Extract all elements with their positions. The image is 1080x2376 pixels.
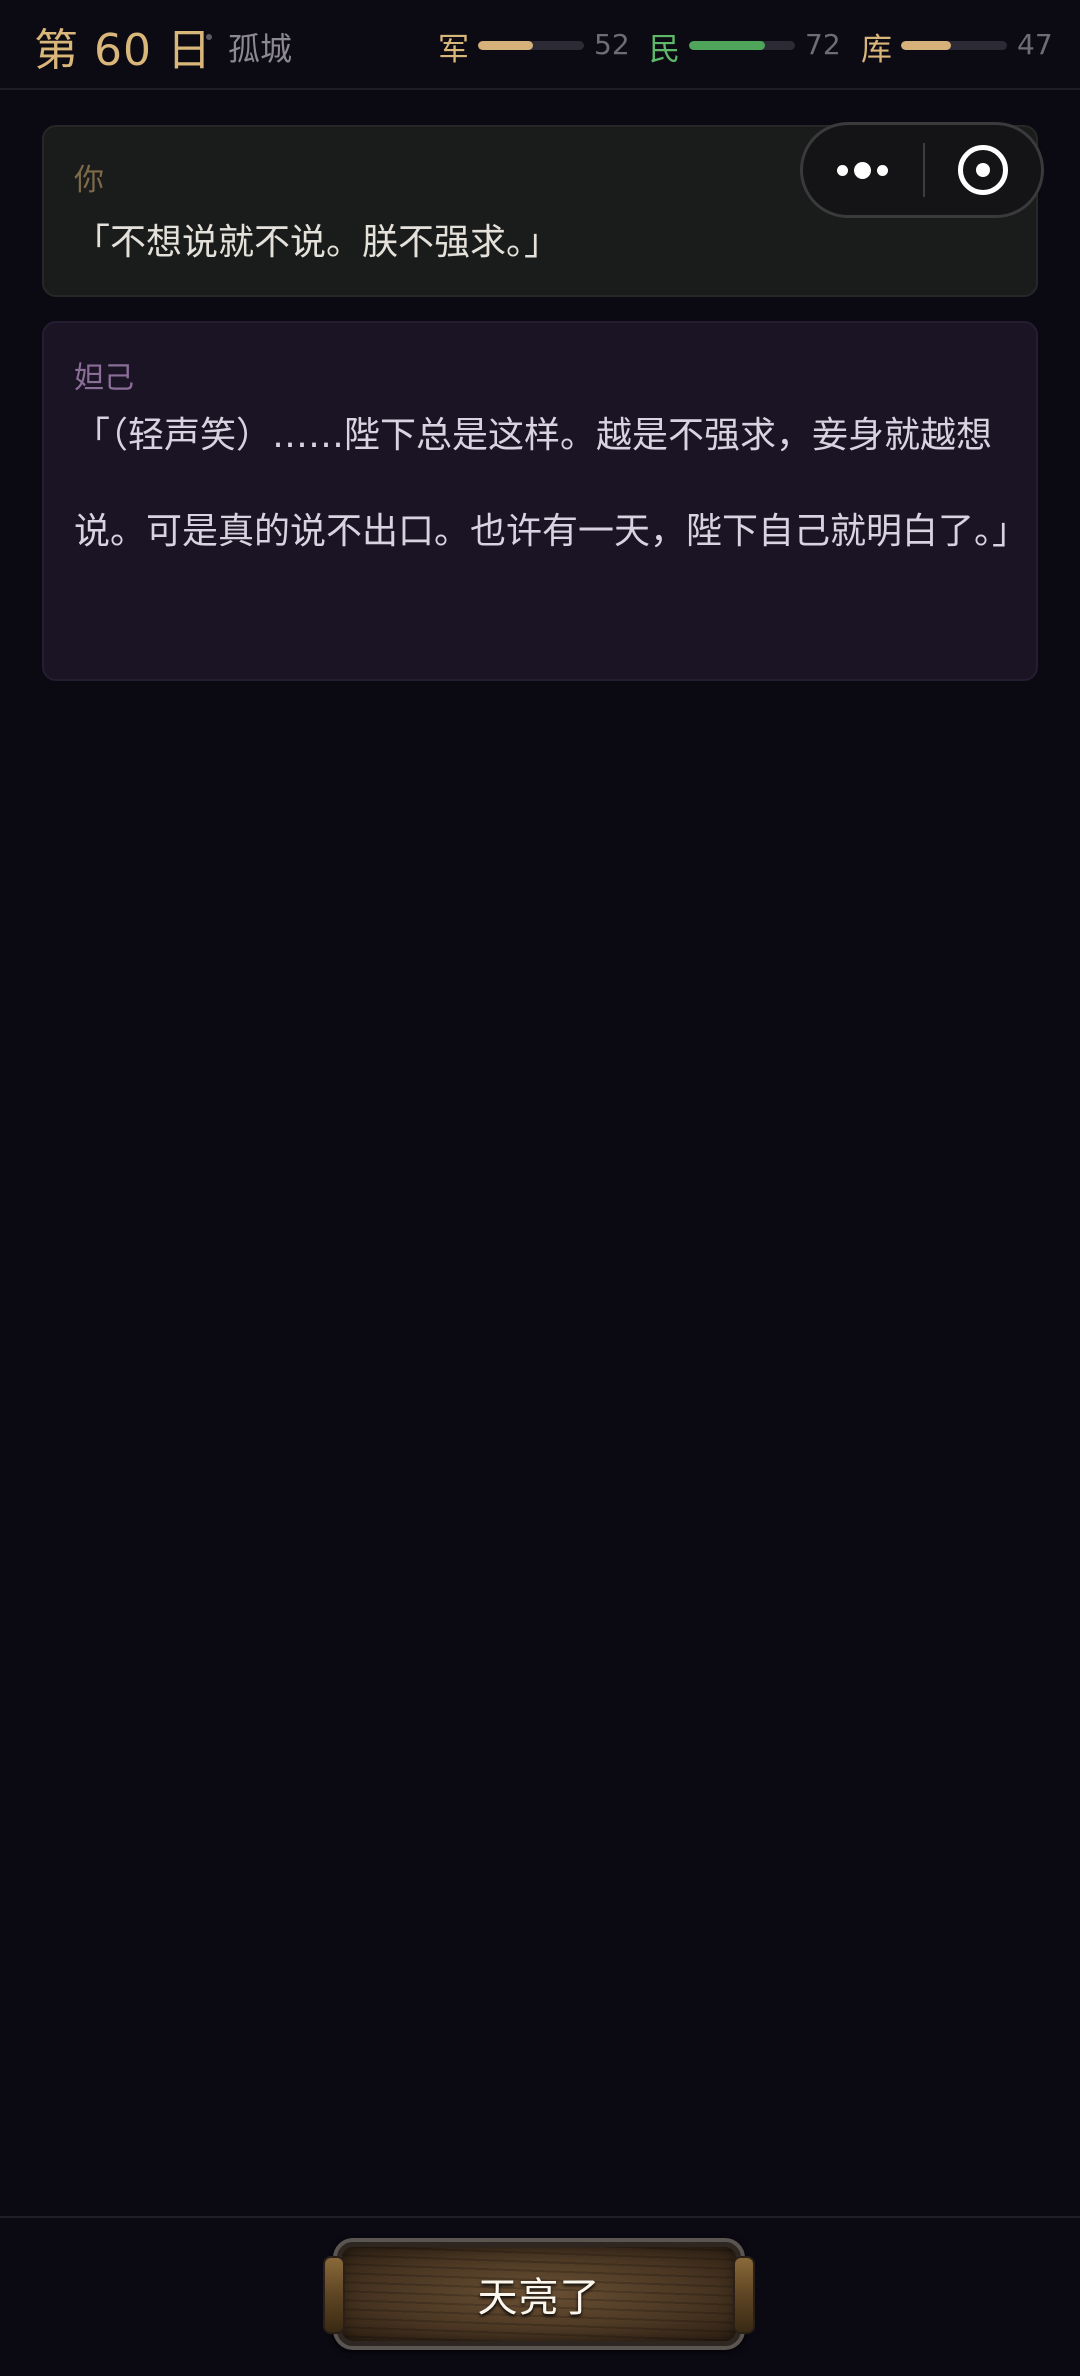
miniprogram-capsule (800, 122, 1044, 218)
day-counter: 第 60 日 (34, 25, 212, 76)
stat-army-bar (478, 41, 584, 50)
dialogue-text: 「（轻声笑）……陛下总是这样。越是不强求，妾身就越想说。可是真的说不出口。也许有… (74, 415, 1029, 552)
stat-army-fill (478, 41, 534, 50)
ring (958, 145, 1008, 195)
daybreak-button[interactable]: 天亮了 (323, 2238, 755, 2350)
stat-treasury-bar (901, 41, 1007, 50)
status-header: 第 60 日 孤城 军 52 民 72 库 47 (0, 0, 1080, 90)
dot (854, 162, 871, 179)
dialogue-card-daji: 妲己 「（轻声笑）……陛下总是这样。越是不强求，妾身就越想说。可是真的说不出口。… (42, 321, 1038, 681)
target-icon[interactable] (925, 125, 1041, 215)
dot (877, 165, 888, 176)
more-dots-icon[interactable] (803, 125, 923, 215)
location-label: 孤城 (228, 30, 293, 68)
stat-people-value: 72 (805, 28, 841, 61)
daybreak-button-label: 天亮了 (477, 2275, 601, 2321)
stat-treasury-fill (901, 41, 951, 50)
stat-treasury-value: 47 (1017, 28, 1053, 61)
ring-center (976, 163, 990, 177)
stat-people-label: 民 (649, 32, 680, 68)
separator-dot (206, 34, 212, 40)
stat-people-bar (689, 41, 795, 50)
speaker-name: 你 (74, 163, 104, 198)
stat-people-fill (689, 41, 766, 50)
dialogue-text: 「不想说就不说。朕不强求。」 (74, 222, 561, 263)
stat-army-label: 军 (438, 32, 469, 68)
bottom-action-bar: 天亮了 (0, 2216, 1080, 2376)
stat-treasury-label: 库 (861, 32, 892, 68)
stat-army-value: 52 (594, 28, 630, 61)
dot (837, 165, 848, 176)
